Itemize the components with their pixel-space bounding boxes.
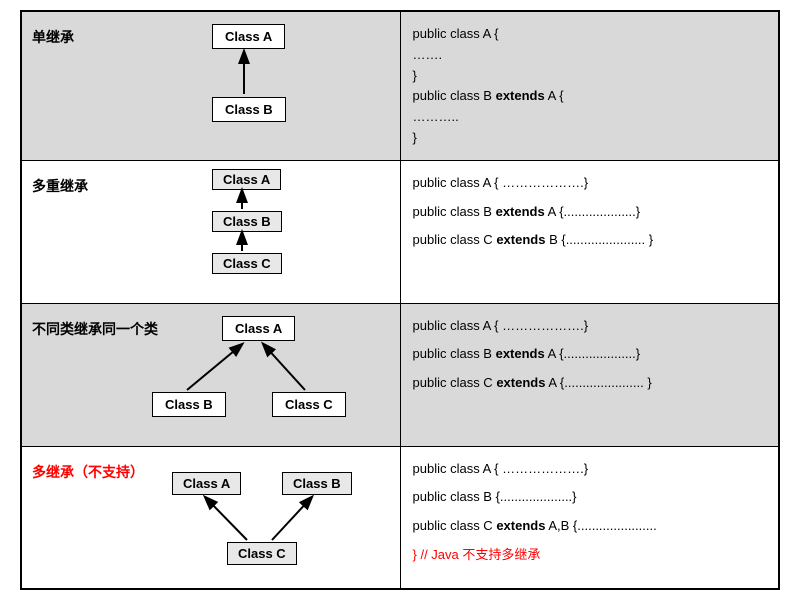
- code-block: public class A { ……………….}public class B …: [413, 459, 767, 566]
- class-b-box: Class B: [282, 472, 352, 495]
- row2-diagram: 多重继承 Class A Class B Class C: [21, 160, 400, 303]
- row4-label: 多继承（不支持）: [32, 462, 144, 482]
- row1-diagram: 单继承 Class A Class B: [21, 11, 400, 160]
- class-c-box: Class C: [227, 542, 297, 565]
- class-a-box: Class A: [212, 169, 281, 190]
- row1-code: public class A { …….}public class B exte…: [400, 11, 779, 160]
- class-a-box: Class A: [212, 24, 285, 49]
- row3-diagram: 不同类继承同一个类 Class A Class B Class C: [21, 303, 400, 446]
- row3-label: 不同类继承同一个类: [32, 319, 158, 339]
- code-block: public class A { …….}public class B exte…: [413, 24, 767, 149]
- class-b-box: Class B: [212, 211, 282, 232]
- code-block: public class A { ……………….}public class B …: [413, 173, 767, 251]
- class-a-box: Class A: [172, 472, 241, 495]
- inheritance-table: 单继承 Class A Class B public class A { …….…: [20, 10, 780, 590]
- class-c-box: Class C: [212, 253, 282, 274]
- class-b-box: Class B: [152, 392, 226, 417]
- row4-diagram: 多继承（不支持） Class A Class B Class C: [21, 446, 400, 589]
- class-c-box: Class C: [272, 392, 346, 417]
- class-b-box: Class B: [212, 97, 286, 122]
- class-a-box: Class A: [222, 316, 295, 341]
- code-block: public class A { ……………….}public class B …: [413, 316, 767, 394]
- row2-code: public class A { ……………….}public class B …: [400, 160, 779, 303]
- row2-label: 多重继承: [32, 176, 88, 196]
- row1-label: 单继承: [32, 27, 74, 47]
- row3-code: public class A { ……………….}public class B …: [400, 303, 779, 446]
- row4-code: public class A { ……………….}public class B …: [400, 446, 779, 589]
- arrow-icon: [22, 12, 400, 160]
